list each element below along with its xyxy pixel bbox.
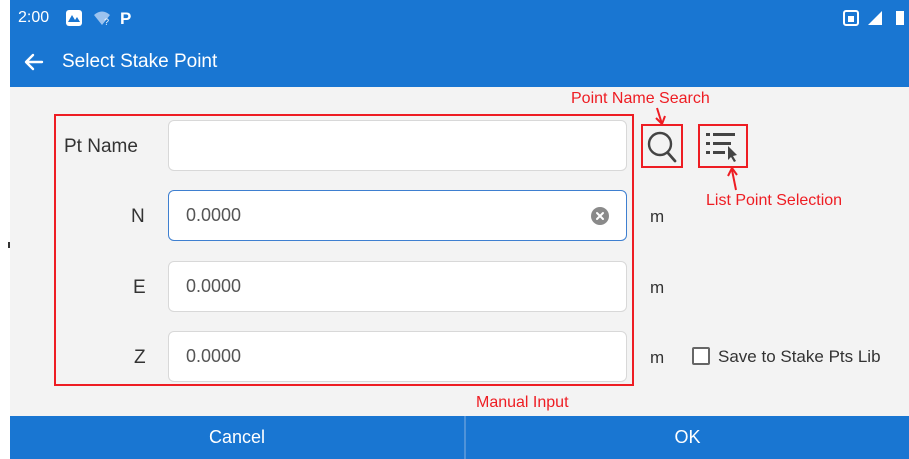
- cancel-button[interactable]: Cancel: [10, 416, 464, 459]
- annotation-arrows: [655, 107, 738, 191]
- ok-button[interactable]: OK: [466, 416, 909, 459]
- bottom-action-bar: Cancel OK: [10, 416, 909, 459]
